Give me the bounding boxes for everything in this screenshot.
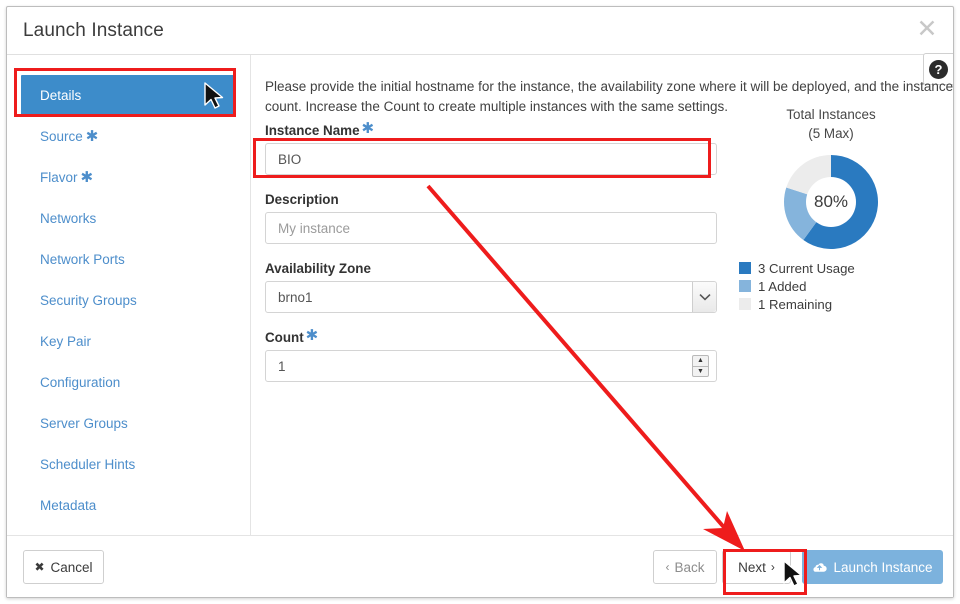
x-mark-icon: ✖	[34, 560, 45, 574]
count-input[interactable]	[265, 350, 717, 382]
availability-zone-field-group: Availability Zone brno1	[265, 261, 720, 313]
sidebar-item-server-groups[interactable]: Server Groups	[25, 403, 232, 444]
description-field-group: Description	[265, 192, 720, 244]
availability-zone-select[interactable]: brno1	[265, 281, 717, 313]
quota-title-line1: Total Instances	[786, 107, 876, 122]
cancel-button[interactable]: ✖ Cancel	[23, 550, 104, 584]
quantity-stepper[interactable]: ▲ ▼	[692, 355, 709, 377]
modal-body: Details Source ✱ Flavor ✱ Networks Network…	[7, 55, 953, 535]
sidebar-item-network-ports[interactable]: Network Ports	[25, 239, 232, 280]
chevron-right-icon: ›	[770, 560, 775, 574]
quota-title-line2: (5 Max)	[808, 126, 854, 141]
caret-up-icon[interactable]: ▲	[693, 356, 708, 367]
sidebar-item-details[interactable]: Details	[21, 75, 236, 116]
legend-item-current-usage: 3 Current Usage	[739, 259, 931, 277]
count-label: Count ✱	[265, 327, 720, 345]
launch-instance-modal: Launch Instance ✕ ? Details Source ✱ Flav…	[6, 6, 954, 598]
sidebar-item-security-groups[interactable]: Security Groups	[25, 280, 232, 321]
cloud-upload-icon	[812, 561, 828, 573]
chevron-left-icon: ‹	[665, 560, 670, 574]
sidebar-item-label: Scheduler Hints	[40, 457, 136, 472]
donut-center-label: 80%	[813, 192, 849, 211]
label-text: Description	[265, 192, 339, 207]
sidebar-item-label: Details	[40, 88, 82, 103]
sidebar-item-label: Networks	[40, 211, 97, 226]
legend-swatch	[739, 262, 751, 274]
close-icon[interactable]: ✕	[915, 16, 939, 42]
sidebar-item-label: Security Groups	[40, 293, 137, 308]
legend-label: 3 Current Usage	[758, 260, 855, 276]
modal-footer: ✖ Cancel ‹ Back Next › Launch Instance	[7, 535, 953, 597]
sidebar-item-label: Server Groups	[40, 416, 128, 431]
launch-instance-button[interactable]: Launch Instance	[802, 550, 943, 584]
legend-swatch	[739, 280, 751, 292]
sidebar-item-scheduler-hints[interactable]: Scheduler Hints	[25, 444, 232, 485]
count-field-group: Count✱ ▲ ▼	[265, 327, 720, 382]
required-asterisk: ✱	[361, 120, 375, 137]
sidebar-item-key-pair[interactable]: Key Pair	[25, 321, 232, 362]
legend-item-remaining: 1 Remaining	[739, 295, 931, 313]
instance-name-input[interactable]	[265, 143, 717, 175]
cancel-button-label: Cancel	[50, 559, 93, 575]
description-label: Description	[265, 192, 720, 207]
next-button-label: Next	[738, 559, 766, 575]
label-text: Availability Zone	[265, 261, 371, 276]
launch-instance-button-label: Launch Instance	[833, 559, 933, 575]
next-button[interactable]: Next ›	[722, 550, 791, 584]
modal-titlebar: Launch Instance ✕	[7, 7, 953, 55]
label-text: Instance Name	[265, 123, 360, 138]
quota-panel: Total Instances (5 Max) 80% 3 Current Us…	[731, 105, 931, 313]
sidebar-item-label: Configuration	[40, 375, 121, 390]
details-form: Instance Name✱ Description Availability …	[265, 120, 720, 399]
sidebar-item-configuration[interactable]: Configuration	[25, 362, 232, 403]
details-panel: Please provide the initial hostname for …	[251, 55, 953, 535]
sidebar-item-label: Network Ports	[40, 252, 125, 267]
back-button[interactable]: ‹ Back	[653, 550, 717, 584]
wizard-sidebar: Details Source ✱ Flavor ✱ Networks Network…	[7, 55, 251, 535]
availability-zone-wrapper: brno1	[265, 281, 717, 313]
instance-name-field-group: Instance Name ✱	[265, 120, 720, 175]
instance-name-label: Instance Name ✱	[265, 120, 720, 138]
sidebar-item-label: Flavor	[40, 170, 78, 185]
sidebar-item-label: Source	[40, 129, 83, 144]
legend-label: 1 Remaining	[758, 296, 833, 312]
sidebar-item-source[interactable]: Source ✱	[25, 116, 232, 157]
back-button-label: Back	[674, 559, 705, 575]
caret-down-icon[interactable]: ▼	[693, 367, 708, 377]
label-text: Count	[265, 330, 304, 345]
donut-legend: 3 Current Usage 1 Added 1 Remaining	[739, 259, 931, 313]
sidebar-item-label: Key Pair	[40, 334, 92, 349]
sidebar-item-label: Metadata	[40, 498, 97, 513]
legend-label: 1 Added	[758, 278, 807, 294]
required-asterisk: ✱	[305, 327, 319, 344]
count-wrapper: ▲ ▼	[265, 350, 717, 382]
legend-swatch	[739, 298, 751, 310]
sidebar-item-flavor[interactable]: Flavor ✱	[25, 157, 232, 198]
legend-item-added: 1 Added	[739, 277, 931, 295]
availability-zone-label: Availability Zone	[265, 261, 720, 276]
sidebar-item-metadata[interactable]: Metadata	[25, 485, 232, 526]
page-title: Launch Instance	[23, 20, 164, 41]
total-instances-donut-chart: 80%	[784, 155, 878, 249]
sidebar-item-networks[interactable]: Networks	[25, 198, 232, 239]
description-input[interactable]	[265, 212, 717, 244]
